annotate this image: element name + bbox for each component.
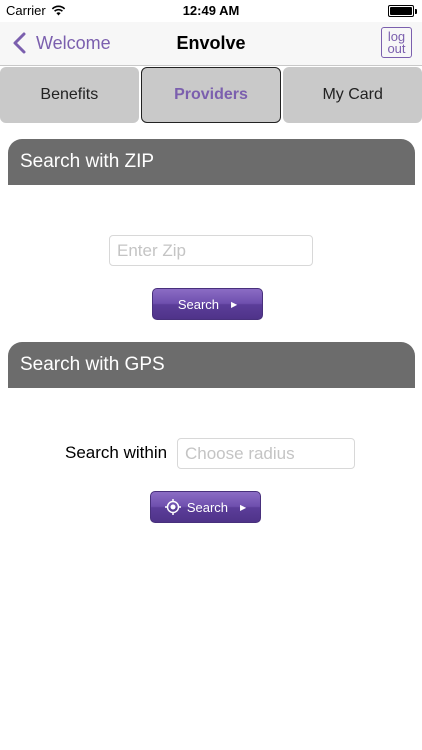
tab-my-card[interactable]: My Card	[283, 67, 422, 123]
tab-label: Benefits	[40, 86, 99, 103]
zip-input[interactable]	[109, 235, 313, 266]
gps-section-title: Search with GPS	[20, 354, 165, 375]
battery-icon	[388, 5, 417, 17]
back-button[interactable]: Welcome	[10, 31, 111, 55]
zip-search-button[interactable]: Search ▶	[152, 288, 263, 320]
chevron-left-icon	[13, 32, 26, 54]
radius-input[interactable]	[177, 438, 355, 469]
tab-benefits[interactable]: Benefits	[0, 67, 139, 123]
status-bar: Carrier 12:49 AM	[0, 0, 422, 22]
search-within-label: Search within	[65, 443, 168, 462]
logout-button[interactable]: log out	[381, 27, 412, 58]
navigation-bar: Welcome Envolve log out	[0, 22, 422, 66]
gps-search-label: Search	[186, 499, 229, 515]
play-arrow-icon: ▶	[231, 299, 238, 309]
gps-section-header: Search with GPS	[8, 342, 415, 388]
gps-search-button[interactable]: Search ▶	[150, 491, 261, 523]
crosshair-icon	[164, 499, 181, 515]
zip-search-label: Search	[177, 296, 220, 312]
status-time: 12:49 AM	[182, 3, 240, 18]
zip-section-title: Search with ZIP	[20, 151, 155, 172]
tab-label: My Card	[322, 86, 383, 103]
tab-providers[interactable]: Providers	[140, 67, 282, 123]
status-right	[388, 5, 417, 17]
play-arrow-icon: ▶	[240, 502, 247, 512]
tab-label: Providers	[174, 86, 248, 103]
zip-section-header: Search with ZIP	[8, 139, 415, 185]
tab-bar: Benefits Providers My Card	[0, 67, 422, 123]
back-button-label: Welcome	[36, 32, 111, 53]
